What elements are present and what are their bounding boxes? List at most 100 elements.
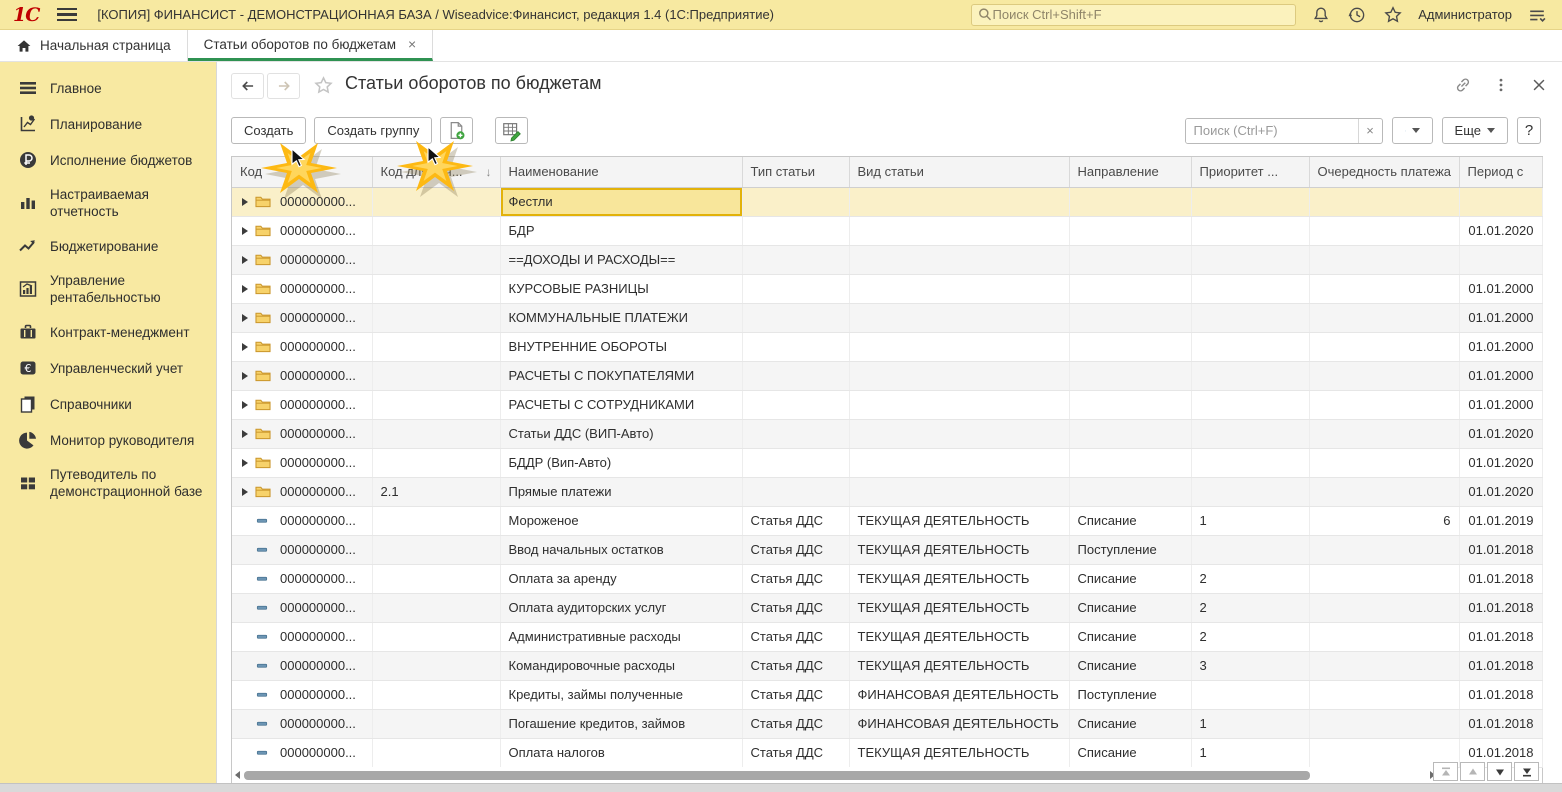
- cell-code2[interactable]: [372, 593, 501, 623]
- table-row[interactable]: 000000000... Погашение кредитов, займов Ст…: [232, 709, 1543, 739]
- cell-view[interactable]: ТЕКУЩАЯ ДЕЯТЕЛЬНОСТЬ: [849, 593, 1070, 623]
- column-header-type[interactable]: Тип статьи: [742, 157, 850, 188]
- cell-period[interactable]: 01.01.2018: [1459, 680, 1543, 710]
- cell-name[interactable]: Ввод начальных остатков: [500, 535, 743, 565]
- go-top-button[interactable]: [1433, 762, 1458, 781]
- expand-arrow-icon[interactable]: [242, 400, 248, 409]
- cell-code[interactable]: 000000000...: [232, 361, 373, 391]
- cell-period[interactable]: 01.01.2018: [1459, 535, 1543, 565]
- cell-direction[interactable]: Списание: [1069, 506, 1192, 536]
- cell-order[interactable]: [1309, 361, 1460, 391]
- cell-code[interactable]: 000000000...: [232, 332, 373, 362]
- cell-code[interactable]: 000000000...: [232, 564, 373, 594]
- cell-name[interactable]: Статьи ДДС (ВИП-Авто): [500, 419, 743, 449]
- cell-order[interactable]: [1309, 332, 1460, 362]
- cell-code2[interactable]: [372, 709, 501, 739]
- cell-order[interactable]: [1309, 187, 1460, 217]
- more-button[interactable]: Еще: [1441, 117, 1508, 144]
- cell-code2[interactable]: [372, 274, 501, 304]
- cell-type[interactable]: Статья ДДС: [742, 680, 850, 710]
- cell-name[interactable]: Административные расходы: [500, 622, 743, 652]
- table-row[interactable]: 000000000... БДДР (Вип-Авто) 01.01.2020: [232, 448, 1543, 478]
- cell-view[interactable]: [849, 187, 1070, 217]
- cell-code2[interactable]: [372, 506, 501, 536]
- cell-period[interactable]: 01.01.2000: [1459, 274, 1543, 304]
- cell-type[interactable]: Статья ДДС: [742, 622, 850, 652]
- table-row[interactable]: 000000000... ==ДОХОДЫ И РАСХОДЫ==: [232, 245, 1543, 275]
- cell-priority[interactable]: 1: [1191, 709, 1310, 739]
- cell-view[interactable]: [849, 419, 1070, 449]
- history-icon[interactable]: [1346, 4, 1368, 26]
- sidebar-item-pie[interactable]: Монитор руководителя: [0, 422, 216, 458]
- column-header-code[interactable]: Код: [232, 157, 373, 188]
- sidebar-item-chartframe[interactable]: Управление рентабельностью: [0, 264, 216, 314]
- cell-code2[interactable]: [372, 535, 501, 565]
- cell-type[interactable]: [742, 187, 850, 217]
- expand-arrow-icon[interactable]: [242, 429, 248, 438]
- cell-period[interactable]: 01.01.2018: [1459, 564, 1543, 594]
- cell-direction[interactable]: Списание: [1069, 709, 1192, 739]
- cell-direction[interactable]: [1069, 187, 1192, 217]
- kebab-menu-icon[interactable]: [1490, 74, 1512, 96]
- expand-arrow-icon[interactable]: [242, 255, 248, 264]
- cell-type[interactable]: [742, 448, 850, 478]
- cell-view[interactable]: ТЕКУЩАЯ ДЕЯТЕЛЬНОСТЬ: [849, 622, 1070, 652]
- table-row[interactable]: 000000000... КОММУНАЛЬНЫЕ ПЛАТЕЖИ 01.01.20…: [232, 303, 1543, 333]
- cell-view[interactable]: [849, 245, 1070, 275]
- cell-direction[interactable]: Списание: [1069, 593, 1192, 623]
- cell-code2[interactable]: [372, 303, 501, 333]
- cell-name[interactable]: Фестли: [500, 187, 743, 217]
- cell-view[interactable]: ТЕКУЩАЯ ДЕЯТЕЛЬНОСТЬ: [849, 738, 1070, 768]
- cell-code2[interactable]: [372, 651, 501, 681]
- cell-view[interactable]: [849, 303, 1070, 333]
- sidebar-item-pages[interactable]: Справочники: [0, 386, 216, 422]
- tab-budget-turnover-items[interactable]: Статьи оборотов по бюджетам ×: [187, 30, 434, 61]
- cell-priority[interactable]: [1191, 216, 1310, 246]
- cell-code[interactable]: 000000000...: [232, 274, 373, 304]
- global-search-box[interactable]: [971, 3, 1297, 26]
- cell-code[interactable]: 000000000...: [232, 390, 373, 420]
- cell-direction[interactable]: [1069, 448, 1192, 478]
- cell-priority[interactable]: [1191, 245, 1310, 275]
- table-row[interactable]: 000000000... Ввод начальных остатков Стать…: [232, 535, 1543, 565]
- column-header-view[interactable]: Вид статьи: [849, 157, 1070, 188]
- table-row[interactable]: 000000000... РАСЧЕТЫ С ПОКУПАТЕЛЯМИ 01.01.…: [232, 361, 1543, 391]
- cell-code2[interactable]: [372, 622, 501, 652]
- forward-button[interactable]: [267, 73, 300, 99]
- sidebar-item-ruble[interactable]: Исполнение бюджетов: [0, 142, 216, 178]
- copy-item-button[interactable]: [440, 117, 474, 144]
- cell-direction[interactable]: Списание: [1069, 622, 1192, 652]
- cell-type[interactable]: [742, 216, 850, 246]
- cell-period[interactable]: 01.01.2000: [1459, 361, 1543, 391]
- cell-priority[interactable]: [1191, 680, 1310, 710]
- sidebar-item-planning[interactable]: Планирование: [0, 106, 216, 142]
- cell-period[interactable]: 01.01.2020: [1459, 216, 1543, 246]
- cell-code[interactable]: 000000000...: [232, 477, 373, 507]
- cell-order[interactable]: [1309, 448, 1460, 478]
- cell-type[interactable]: [742, 274, 850, 304]
- cell-type[interactable]: [742, 477, 850, 507]
- cell-view[interactable]: [849, 448, 1070, 478]
- cell-code2[interactable]: [372, 419, 501, 449]
- cell-code2[interactable]: [372, 738, 501, 768]
- cell-name[interactable]: Командировочные расходы: [500, 651, 743, 681]
- scroll-left-icon[interactable]: [232, 771, 242, 779]
- page-down-button[interactable]: [1487, 762, 1512, 781]
- cell-direction[interactable]: Списание: [1069, 564, 1192, 594]
- cell-type[interactable]: Статья ДДС: [742, 709, 850, 739]
- sidebar-item-euro[interactable]: € Управленческий учет: [0, 350, 216, 386]
- functions-menu-icon[interactable]: [1526, 4, 1548, 26]
- favorites-star-icon[interactable]: [1382, 4, 1404, 26]
- table-row[interactable]: 000000000... Оплата за аренду Статья ДДС ТЕ…: [232, 564, 1543, 594]
- cell-direction[interactable]: [1069, 216, 1192, 246]
- cell-name[interactable]: Мороженое: [500, 506, 743, 536]
- page-up-button[interactable]: [1460, 762, 1485, 781]
- cell-priority[interactable]: 3: [1191, 651, 1310, 681]
- cell-order[interactable]: [1309, 419, 1460, 449]
- cell-priority[interactable]: 1: [1191, 506, 1310, 536]
- cell-type[interactable]: [742, 303, 850, 333]
- clear-search-icon[interactable]: ×: [1357, 118, 1382, 143]
- create-button[interactable]: Создать: [231, 117, 307, 144]
- cell-code2[interactable]: [372, 216, 501, 246]
- cell-period[interactable]: 01.01.2020: [1459, 477, 1543, 507]
